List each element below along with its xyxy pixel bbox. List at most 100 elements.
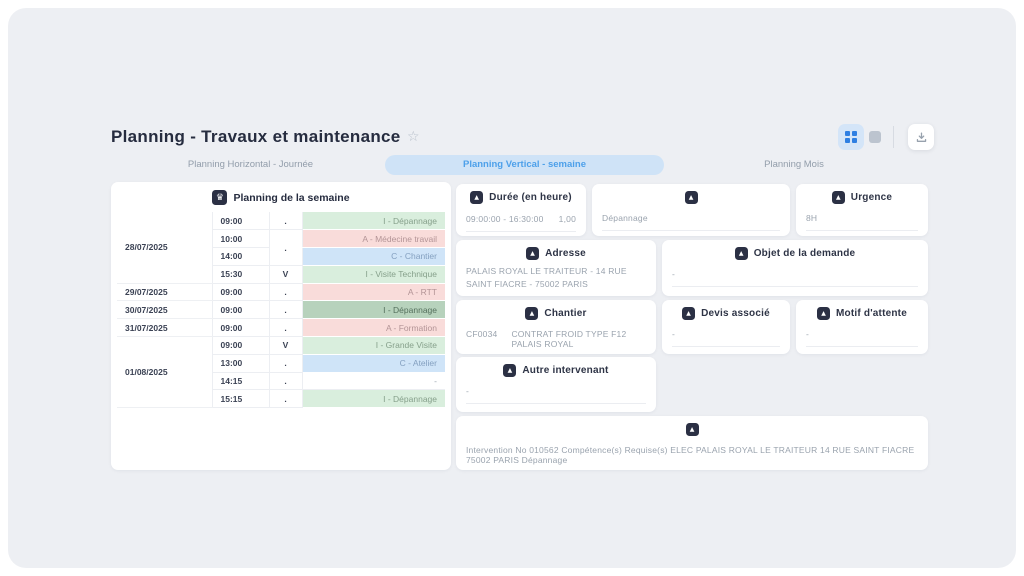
- download-button[interactable]: [908, 124, 934, 150]
- week-table-body: 28/07/202509:00.I - Dépannage10:00.A - M…: [117, 212, 445, 408]
- card-duree-title: Durée (en heure): [489, 192, 572, 203]
- date-cell: 31/07/2025: [117, 319, 212, 337]
- adresse-value: PALAIS ROYAL LE TRAITEUR - 14 RUE SAINT …: [466, 265, 646, 291]
- marker-cell: V: [269, 337, 302, 355]
- marker-cell: .: [269, 390, 302, 408]
- card-duree: ▲ Durée (en heure) 09:00:00 - 16:30:00 1…: [456, 184, 586, 236]
- motif-value: -: [806, 329, 809, 339]
- marker-cell: .: [269, 354, 302, 372]
- card-autre-title: Autre intervenant: [522, 365, 608, 376]
- autre-field: -: [466, 386, 646, 404]
- week-table: 28/07/202509:00.I - Dépannage10:00.A - M…: [117, 212, 445, 408]
- date-cell: 29/07/2025: [117, 283, 212, 301]
- card-urgence: ▲ Urgence 8H: [796, 184, 928, 236]
- devis-field: -: [672, 329, 780, 347]
- event-cell[interactable]: A - Formation: [302, 319, 445, 337]
- card-devis-title: Devis associé: [701, 308, 770, 319]
- card-autre-intervenant: ▲ Autre intervenant -: [456, 357, 656, 412]
- tab-planning-mois[interactable]: Planning Mois: [734, 155, 854, 175]
- objet-icon: ▲: [735, 247, 748, 260]
- week-panel: ♛ Planning de la semaine 28/07/202509:00…: [111, 182, 451, 470]
- adresse-icon: ▲: [526, 247, 539, 260]
- card-motif: ▲ Motif d'attente -: [796, 300, 928, 354]
- event-cell[interactable]: I - Grande Visite: [302, 337, 445, 355]
- autre-intervenant-icon: ▲: [503, 364, 516, 377]
- time-cell: 14:00: [212, 248, 269, 266]
- duree-field: 09:00:00 - 16:30:00 1,00: [466, 214, 576, 232]
- type-value: Dépannage: [602, 213, 648, 223]
- card-objet-title: Objet de la demande: [754, 248, 856, 259]
- event-cell[interactable]: C - Chantier: [302, 248, 445, 266]
- type-icon: ▲: [685, 191, 698, 204]
- compact-view-button[interactable]: [869, 131, 881, 143]
- devis-icon: ▲: [682, 307, 695, 320]
- objet-field: -: [672, 269, 918, 287]
- card-intervention: ▲ Intervention No 010562 Compétence(s) R…: [456, 416, 928, 470]
- time-cell: 14:15: [212, 372, 269, 390]
- week-panel-title: Planning de la semaine: [233, 192, 349, 204]
- event-cell[interactable]: A - Médecine travail: [302, 230, 445, 248]
- motif-icon: ▲: [817, 307, 830, 320]
- objet-value: -: [672, 269, 675, 279]
- event-cell[interactable]: I - Dépannage: [302, 212, 445, 230]
- event-cell[interactable]: A - RTT: [302, 283, 445, 301]
- intervention-icon: ▲: [686, 423, 699, 436]
- grid-view-button[interactable]: [838, 124, 864, 150]
- crown-icon: ♛: [212, 190, 227, 205]
- marker-cell: .: [269, 283, 302, 301]
- marker-cell: V: [269, 265, 302, 283]
- time-cell: 09:00: [212, 337, 269, 355]
- date-cell: 28/07/2025: [117, 212, 212, 283]
- event-cell[interactable]: I - Dépannage: [302, 390, 445, 408]
- duration-icon: ▲: [470, 191, 483, 204]
- marker-cell: .: [269, 230, 302, 266]
- toolbar-divider: [893, 126, 894, 148]
- card-devis: ▲ Devis associé -: [662, 300, 790, 354]
- duree-value: 1,00: [559, 214, 576, 224]
- marker-cell: .: [269, 319, 302, 337]
- time-cell: 09:00: [212, 301, 269, 319]
- card-adresse: ▲ Adresse PALAIS ROYAL LE TRAITEUR - 14 …: [456, 240, 656, 296]
- type-field: Dépannage: [602, 213, 780, 231]
- tab-planning-vertical[interactable]: Planning Vertical - semaine: [385, 155, 664, 175]
- card-adresse-title: Adresse: [545, 248, 586, 259]
- chantier-icon: ▲: [525, 307, 538, 320]
- time-cell: 15:15: [212, 390, 269, 408]
- devis-value: -: [672, 329, 675, 339]
- marker-cell: .: [269, 212, 302, 230]
- marker-cell: .: [269, 372, 302, 390]
- card-chantier-title: Chantier: [544, 308, 586, 319]
- marker-cell: .: [269, 301, 302, 319]
- chantier-value: CONTRAT FROID TYPE F12 PALAIS ROYAL: [511, 329, 646, 349]
- adresse-field: PALAIS ROYAL LE TRAITEUR - 14 RUE SAINT …: [466, 265, 646, 299]
- card-urgence-title: Urgence: [851, 192, 892, 203]
- chantier-code: CF0034: [466, 329, 497, 349]
- tab-planning-horizontal[interactable]: Planning Horizontal - Journée: [168, 155, 333, 175]
- card-type: ▲ Dépannage: [592, 184, 790, 236]
- duree-range: 09:00:00 - 16:30:00: [466, 214, 544, 224]
- autre-value: -: [466, 386, 469, 396]
- event-cell[interactable]: C - Atelier: [302, 354, 445, 372]
- event-cell[interactable]: I - Dépannage: [302, 301, 445, 319]
- time-cell: 10:00: [212, 230, 269, 248]
- card-motif-title: Motif d'attente: [836, 308, 907, 319]
- chantier-field: CF0034 CONTRAT FROID TYPE F12 PALAIS ROY…: [466, 329, 646, 357]
- time-cell: 09:00: [212, 319, 269, 337]
- card-chantier: ▲ Chantier CF0034 CONTRAT FROID TYPE F12…: [456, 300, 656, 354]
- urgence-icon: ▲: [832, 191, 845, 204]
- time-cell: 09:00: [212, 212, 269, 230]
- event-cell[interactable]: I - Visite Technique: [302, 265, 445, 283]
- date-cell: 30/07/2025: [117, 301, 212, 319]
- event-cell[interactable]: -: [302, 372, 445, 390]
- app-canvas: Planning - Travaux et maintenance ☆ Plan…: [8, 8, 1016, 568]
- favorite-star-icon[interactable]: ☆: [407, 129, 420, 145]
- motif-field: -: [806, 329, 918, 347]
- time-cell: 15:30: [212, 265, 269, 283]
- week-panel-header: ♛ Planning de la semaine: [111, 190, 451, 205]
- page-title: Planning - Travaux et maintenance: [111, 127, 401, 147]
- urgence-value: 8H: [806, 213, 817, 223]
- time-cell: 09:00: [212, 283, 269, 301]
- download-icon: [915, 131, 928, 144]
- intervention-field: Intervention No 010562 Compétence(s) Req…: [466, 445, 918, 473]
- date-cell: 01/08/2025: [117, 337, 212, 408]
